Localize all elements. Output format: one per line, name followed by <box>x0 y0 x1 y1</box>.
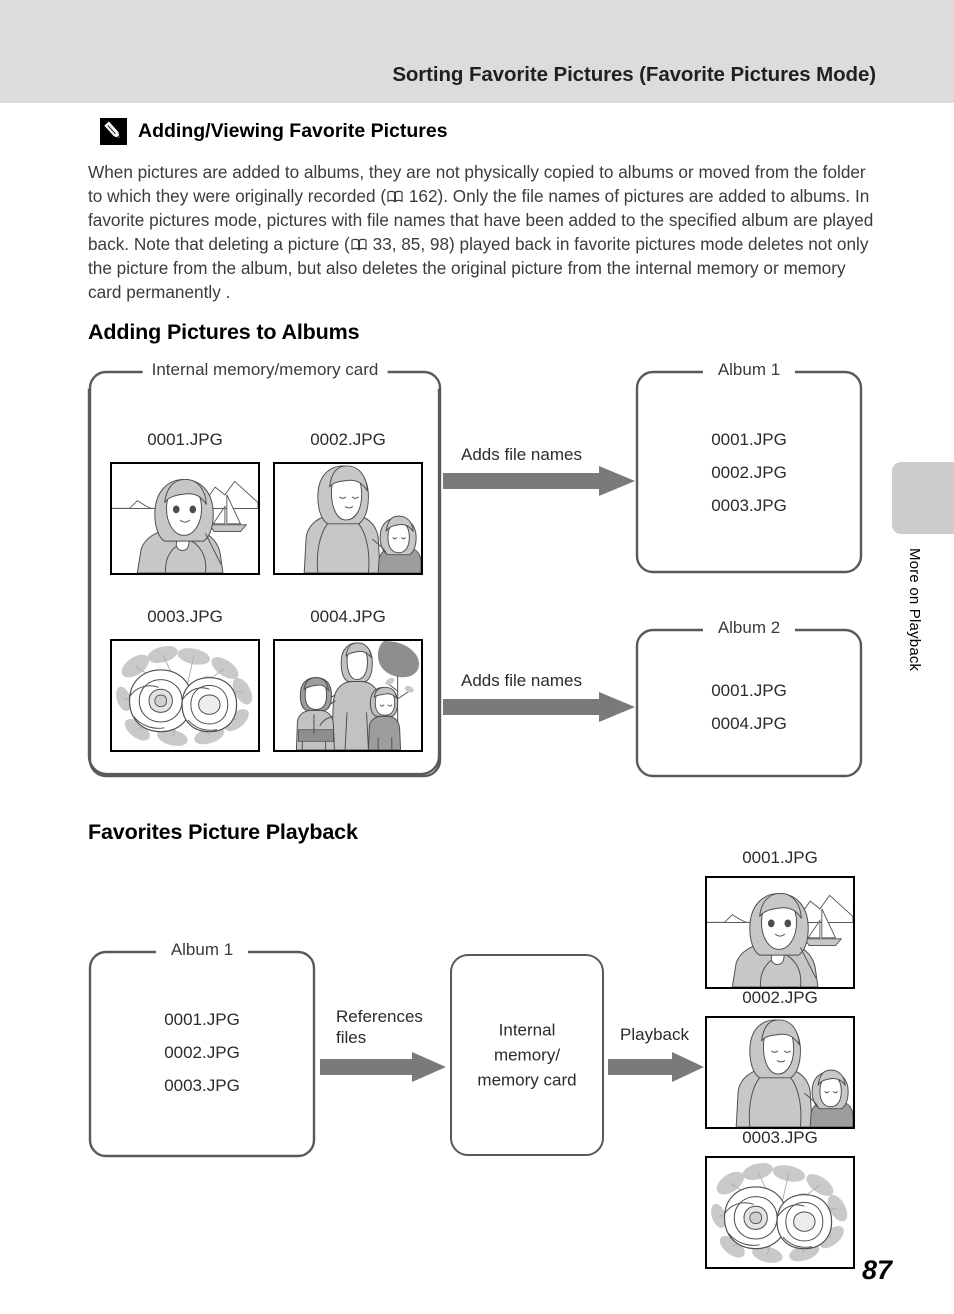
source-memory-box-label: Internal memory/memory card <box>142 360 388 380</box>
playback-memory-box-text: Internal memory/ memory card <box>452 1018 602 1093</box>
note-heading-row: Adding/Viewing Favorite Pictures <box>100 118 448 145</box>
album-box-1-label: Album 1 <box>708 360 790 380</box>
album-1-file-2: 0003.JPG <box>711 496 787 515</box>
playback-album-box: Album 1 0001.JPG 0002.JPG 0003.JPG <box>88 940 316 1160</box>
arrow-label-playback: Playback <box>620 1025 689 1044</box>
arrow-playback <box>608 1052 704 1082</box>
note-title: Adding/Viewing Favorite Pictures <box>138 120 448 142</box>
memory-box-line-3: memory card <box>477 1070 577 1090</box>
arrow-label-adds-file-names-1: Adds file names <box>461 445 582 464</box>
memory-box-line-1: Internal <box>498 1020 556 1040</box>
book-ref-icon <box>387 190 403 203</box>
album-1-file-0: 0001.JPG <box>711 430 787 449</box>
arrow-adds-file-names-2 <box>443 692 635 722</box>
arrow-references-files <box>320 1052 446 1082</box>
section-heading-adding: Adding Pictures to Albums <box>88 320 360 344</box>
result-image-0002 <box>705 1016 855 1129</box>
side-tab-label: More on Playback <box>906 548 923 672</box>
result-image-0003 <box>705 1156 855 1269</box>
page-number: 87 <box>861 1255 892 1285</box>
album-box-1: Album 1 0001.JPG 0002.JPG 0003.JPG <box>635 360 863 576</box>
album-2-file-0: 0001.JPG <box>711 681 787 700</box>
page-title: Sorting Favorite Pictures (Favorite Pict… <box>392 63 876 86</box>
album-1-file-1: 0002.JPG <box>711 463 787 482</box>
playback-album-file-1: 0002.JPG <box>164 1043 240 1062</box>
result-caption-0002: 0002.JPG <box>742 988 818 1007</box>
arrow-label-references-line1: References <box>336 1007 423 1026</box>
arrow-adds-file-names-1 <box>443 466 635 496</box>
thumbnail-caption-0001: 0001.JPG <box>147 430 223 449</box>
pencil-icon <box>100 118 127 145</box>
result-caption-0001: 0001.JPG <box>742 848 818 867</box>
playback-album-file-2: 0003.JPG <box>164 1076 240 1095</box>
side-tab-marker <box>892 462 954 534</box>
thumbnail-image-0001 <box>110 462 260 575</box>
page-header-band <box>0 0 954 103</box>
playback-memory-box: Internal memory/ memory card <box>450 954 604 1156</box>
thumbnail-image-0004 <box>273 639 423 752</box>
album-box-2-label: Album 2 <box>708 618 790 638</box>
arrow-label-adds-file-names-2: Adds file names <box>461 671 582 690</box>
playback-album-file-0: 0001.JPG <box>164 1010 240 1029</box>
arrow-label-references-files: References files <box>336 1006 423 1048</box>
thumbnail-caption-0003: 0003.JPG <box>147 607 223 626</box>
playback-album-box-label: Album 1 <box>161 940 243 960</box>
section-heading-playback: Favorites Picture Playback <box>88 820 358 844</box>
memory-box-line-2: memory/ <box>493 1045 561 1065</box>
thumbnail-image-0002 <box>273 462 423 575</box>
note-body-text: When pictures are added to albums, they … <box>88 160 878 305</box>
thumbnail-image-0003 <box>110 639 260 752</box>
album-2-file-1: 0004.JPG <box>711 714 787 733</box>
arrow-label-references-line2: files <box>336 1028 367 1047</box>
thumbnail-caption-0004: 0004.JPG <box>310 607 386 626</box>
result-caption-0003: 0003.JPG <box>742 1128 818 1147</box>
album-box-2: Album 2 0001.JPG 0004.JPG <box>635 618 863 780</box>
result-image-0001 <box>705 876 855 989</box>
thumbnail-caption-0002: 0002.JPG <box>310 430 386 449</box>
book-ref-icon <box>351 238 367 251</box>
